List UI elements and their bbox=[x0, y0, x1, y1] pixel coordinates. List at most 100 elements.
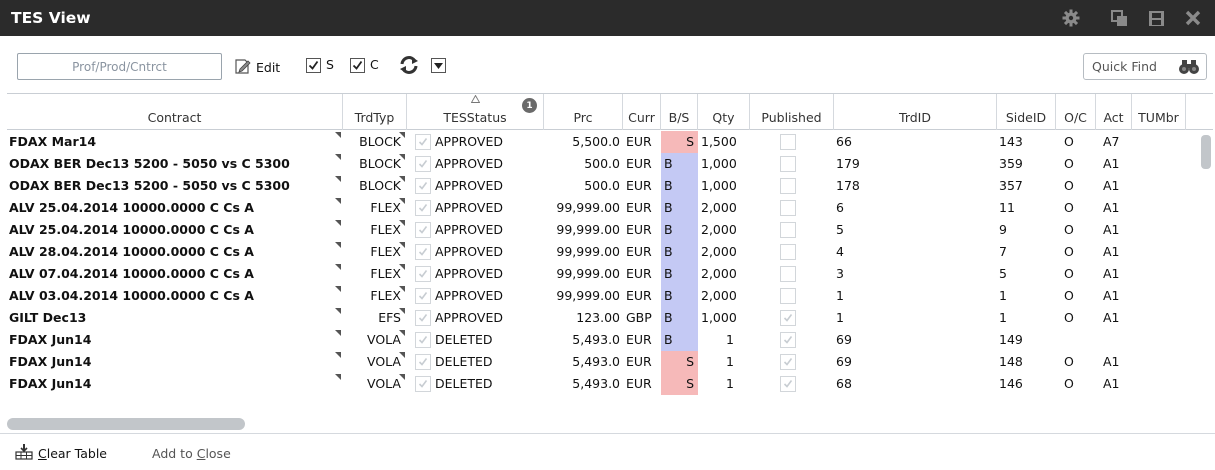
vertical-scroll-thumb[interactable] bbox=[1201, 135, 1211, 169]
cell-oc: O bbox=[1064, 376, 1074, 391]
clear-table-button[interactable]: Clear Table bbox=[15, 444, 107, 463]
cell-corner-marker bbox=[399, 176, 405, 182]
clear-table-label: Clear Table bbox=[38, 446, 107, 461]
checkbox-c[interactable] bbox=[350, 58, 365, 73]
cell-oc: O bbox=[1064, 178, 1074, 193]
published-checkbox[interactable] bbox=[780, 200, 796, 216]
cell-act: A1 bbox=[1103, 266, 1120, 281]
binoculars-icon bbox=[1178, 57, 1200, 80]
cell-corner-marker bbox=[335, 154, 341, 160]
refresh-icon[interactable] bbox=[398, 54, 420, 76]
status-checkbox[interactable] bbox=[415, 156, 431, 172]
column-header-prc[interactable]: Prc bbox=[544, 94, 623, 130]
status-checkbox[interactable] bbox=[415, 134, 431, 150]
cell-bs: B bbox=[661, 175, 698, 197]
column-header-trdtyp[interactable]: TrdTyp bbox=[343, 94, 407, 130]
close-icon[interactable] bbox=[1181, 6, 1205, 30]
vertical-scrollbar[interactable] bbox=[1199, 131, 1213, 431]
cell-prc: 99,999.00 bbox=[556, 266, 620, 281]
table-row[interactable]: FDAX Jun14 VOLA DELETED 5,493.0 EUR S 1 68 146 O A… bbox=[7, 373, 1199, 395]
column-header-act[interactable]: Act bbox=[1096, 94, 1132, 130]
column-header-tumbr[interactable]: TUMbr bbox=[1132, 94, 1186, 130]
status-checkbox[interactable] bbox=[415, 178, 431, 194]
cell-bs: B bbox=[661, 329, 698, 351]
cell-bs: B bbox=[661, 263, 698, 285]
column-header-bs[interactable]: B/S bbox=[661, 94, 698, 130]
column-header-sideid[interactable]: SideID bbox=[997, 94, 1056, 130]
status-checkbox[interactable] bbox=[415, 354, 431, 370]
published-checkbox[interactable] bbox=[780, 354, 796, 370]
gear-icon[interactable] bbox=[1059, 6, 1083, 30]
published-checkbox[interactable] bbox=[780, 244, 796, 260]
cell-tumbr bbox=[1134, 219, 1184, 241]
column-header-trdid[interactable]: TrdID bbox=[834, 94, 997, 130]
cell-bs: B bbox=[661, 307, 698, 329]
cell-qty: 2,000 bbox=[701, 244, 737, 259]
table-row[interactable]: ALV 07.04.2014 10000.0000 C Cs A FLEX APPR… bbox=[7, 263, 1199, 285]
cell-curr: EUR bbox=[626, 288, 652, 303]
cell-contract: FDAX Jun14 bbox=[9, 354, 92, 369]
table-row[interactable]: ALV 03.04.2014 10000.0000 C Cs A FLEX APPR… bbox=[7, 285, 1199, 307]
published-checkbox[interactable] bbox=[780, 332, 796, 348]
cell-corner-marker bbox=[335, 132, 341, 138]
cell-corner-marker bbox=[399, 198, 405, 204]
edit-button[interactable]: Edit bbox=[233, 55, 280, 79]
cell-qty: 1 bbox=[726, 376, 734, 391]
published-checkbox[interactable] bbox=[780, 376, 796, 392]
status-checkbox[interactable] bbox=[415, 332, 431, 348]
add-to-close-button[interactable]: Add to Close bbox=[152, 446, 231, 461]
cell-bs: S bbox=[661, 131, 698, 153]
cell-act: A7 bbox=[1103, 134, 1120, 149]
published-checkbox[interactable] bbox=[780, 310, 796, 326]
restore-window-icon[interactable] bbox=[1107, 6, 1131, 30]
published-checkbox[interactable] bbox=[780, 222, 796, 238]
cell-contract: ODAX BER Dec13 5200 - 5050 vs C 5300 bbox=[9, 178, 290, 193]
cell-curr: EUR bbox=[626, 222, 652, 237]
table-row[interactable]: ODAX BER Dec13 5200 - 5050 vs C 5300 BLOC… bbox=[7, 175, 1199, 197]
cell-tumbr bbox=[1134, 197, 1184, 219]
column-header-qty[interactable]: Qty bbox=[698, 94, 750, 130]
status-checkbox[interactable] bbox=[415, 376, 431, 392]
published-checkbox[interactable] bbox=[780, 266, 796, 282]
status-checkbox[interactable] bbox=[415, 288, 431, 304]
quick-find-label: Quick Find bbox=[1092, 59, 1157, 74]
status-checkbox[interactable] bbox=[415, 200, 431, 216]
cell-bs: B bbox=[661, 153, 698, 175]
table-row[interactable]: FDAX Jun14 VOLA DELETED 5,493.0 EUR B 1 69 149 bbox=[7, 329, 1199, 351]
column-header-curr[interactable]: Curr bbox=[623, 94, 661, 130]
published-checkbox[interactable] bbox=[780, 178, 796, 194]
cell-corner-marker bbox=[335, 176, 341, 182]
horizontal-scrollbar[interactable] bbox=[7, 418, 245, 430]
cell-oc: O bbox=[1064, 156, 1074, 171]
status-checkbox[interactable] bbox=[415, 310, 431, 326]
column-header-tesstatus[interactable]: 1 TESStatus bbox=[407, 94, 544, 130]
table-row[interactable]: ALV 25.04.2014 10000.0000 C Cs A FLEX APPR… bbox=[7, 197, 1199, 219]
dropdown-button[interactable] bbox=[431, 58, 446, 73]
checkbox-s[interactable] bbox=[306, 58, 321, 73]
published-checkbox[interactable] bbox=[780, 156, 796, 172]
status-checkbox[interactable] bbox=[415, 222, 431, 238]
table-row[interactable]: ALV 25.04.2014 10000.0000 C Cs A FLEX APPR… bbox=[7, 219, 1199, 241]
column-header-contract[interactable]: Contract bbox=[7, 94, 343, 130]
column-header-published[interactable]: Published bbox=[750, 94, 834, 130]
cell-corner-marker bbox=[335, 352, 341, 358]
window-title: TES View bbox=[11, 9, 91, 27]
column-header-oc[interactable]: O/C bbox=[1056, 94, 1096, 130]
table-row[interactable]: ALV 28.04.2014 10000.0000 C Cs A FLEX APPR… bbox=[7, 241, 1199, 263]
cell-oc: O bbox=[1064, 222, 1074, 237]
table-row[interactable]: FDAX Mar14 BLOCK APPROVED 5,500.0 EUR S 1,500 6… bbox=[7, 131, 1199, 153]
cell-act: A1 bbox=[1103, 376, 1120, 391]
save-icon[interactable] bbox=[1144, 6, 1168, 30]
status-checkbox[interactable] bbox=[415, 266, 431, 282]
footer-bar: Clear Table Add to Close bbox=[0, 433, 1215, 470]
cell-contract: FDAX Jun14 bbox=[9, 376, 92, 391]
table-row[interactable]: GILT Dec13 EFS APPROVED 123.00 GBP B 1,000 1 1 O A… bbox=[7, 307, 1199, 329]
cell-tumbr bbox=[1134, 307, 1184, 329]
table-row[interactable]: FDAX Jun14 VOLA DELETED 5,493.0 EUR S 1 69 148 O A… bbox=[7, 351, 1199, 373]
status-checkbox[interactable] bbox=[415, 244, 431, 260]
published-checkbox[interactable] bbox=[780, 134, 796, 150]
quick-find-button[interactable]: Quick Find bbox=[1083, 53, 1207, 80]
table-row[interactable]: ODAX BER Dec13 5200 - 5050 vs C 5300 BLOC… bbox=[7, 153, 1199, 175]
published-checkbox[interactable] bbox=[780, 288, 796, 304]
search-input[interactable] bbox=[17, 53, 222, 80]
